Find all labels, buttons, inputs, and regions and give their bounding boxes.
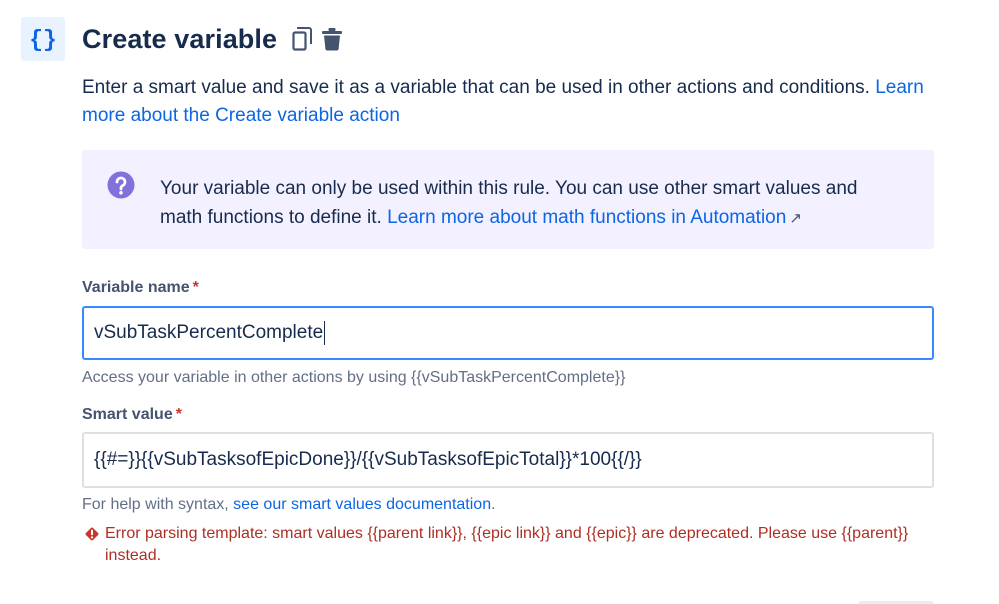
variable-name-helper: Access your variable in other actions by…: [82, 369, 626, 386]
smart-value-value: {{#=}}{{vSubTasksofEpicDone}}/{{vSubTask…: [94, 449, 642, 470]
external-link-icon: ↗: [789, 210, 802, 227]
required-asterisk: *: [192, 279, 199, 296]
variable-name-label-text: Variable name: [82, 279, 190, 296]
delete-button[interactable]: [321, 26, 343, 52]
svg-text:{}: {}: [29, 27, 57, 51]
text-caret: [324, 321, 326, 345]
title-actions: [291, 26, 343, 52]
smart-values-docs-link[interactable]: see our smart values documentation: [233, 496, 491, 513]
smart-value-label-text: Smart value: [82, 406, 173, 423]
question-circle-icon: [107, 171, 135, 199]
info-text: Your variable can only be used within th…: [160, 174, 900, 233]
smart-value-helper-prefix: For help with syntax,: [82, 496, 234, 513]
description-text: Enter a smart value and save it as a var…: [82, 74, 952, 130]
variable-name-value: vSubTaskPercentComplete: [94, 322, 324, 343]
error-icon: [85, 527, 99, 541]
trash-icon: [322, 28, 343, 51]
learn-more-math-functions-link[interactable]: Learn more about math functions in Autom…: [387, 207, 802, 228]
copy-icon: [292, 27, 313, 51]
error-text: Error parsing template: smart values {{p…: [105, 525, 909, 564]
variable-name-label: Variable name *: [82, 279, 199, 297]
smart-value-input[interactable]: {{#=}}{{vSubTasksofEpicDone}}/{{vSubTask…: [82, 432, 934, 488]
smart-value-helper: For help with syntax, see our smart valu…: [82, 496, 496, 514]
braces-icon: {}: [21, 17, 65, 61]
page-title: Create variable: [82, 23, 278, 54]
description-body: Enter a smart value and save it as a var…: [82, 77, 876, 98]
panel-header: {} Create variable: [21, 17, 343, 61]
smart-value-label: Smart value *: [82, 406, 182, 424]
copy-button[interactable]: [291, 26, 313, 52]
create-variable-panel: {} Create variable Enter a smart value a…: [0, 0, 999, 604]
math-functions-link-label: Learn more about math functions in Autom…: [387, 207, 787, 228]
required-asterisk: *: [175, 406, 182, 423]
info-panel: Your variable can only be used within th…: [82, 150, 934, 249]
error-message: Error parsing template: smart values {{p…: [84, 523, 944, 567]
smart-value-helper-suffix: .: [491, 496, 496, 513]
variable-name-input[interactable]: vSubTaskPercentComplete: [82, 306, 934, 360]
